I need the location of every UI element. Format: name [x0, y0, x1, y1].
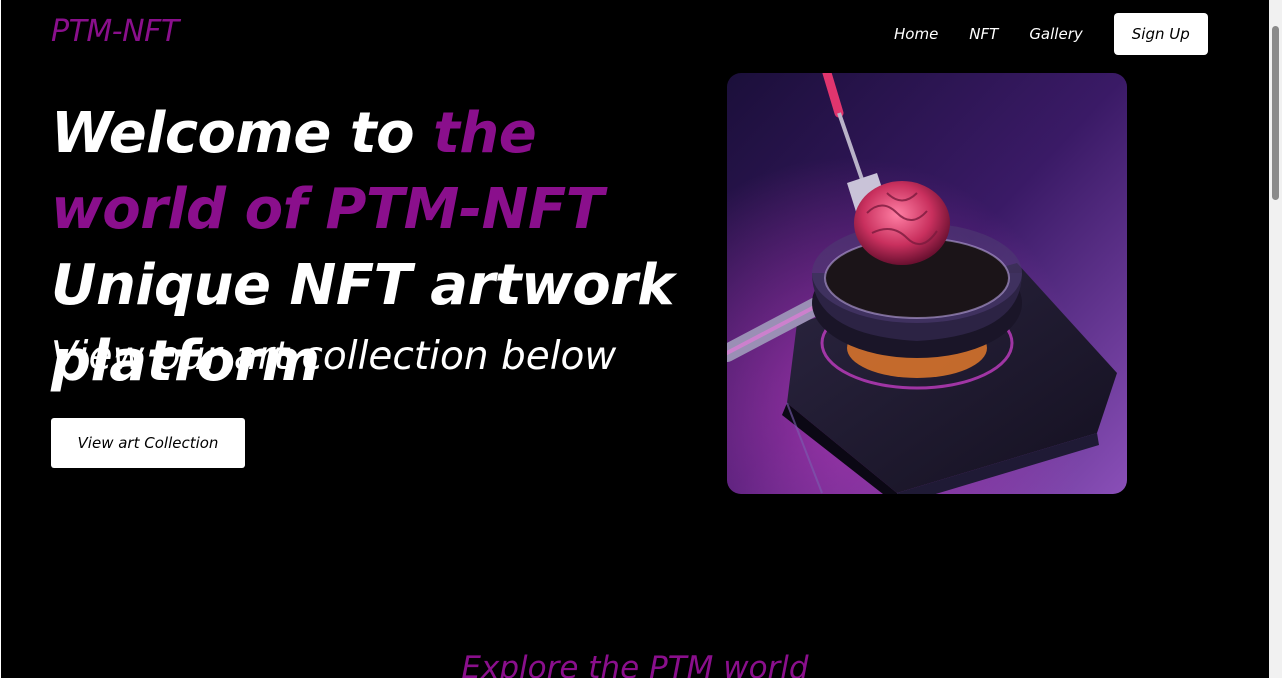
sign-up-button[interactable]: Sign Up [1113, 13, 1208, 55]
nav-nft-link[interactable]: NFT [969, 25, 998, 43]
view-art-collection-button[interactable]: View art Collection [51, 418, 245, 468]
main-nav: Home NFT Gallery Sign Up [894, 13, 1208, 55]
page: PTM-NFT Home NFT Gallery Sign Up Welcome… [1, 0, 1269, 678]
site-logo[interactable]: PTM-NFT [51, 14, 179, 49]
page-scrollbar[interactable] [1269, 0, 1282, 678]
hero-subtitle: View our art collection below [51, 334, 617, 379]
hero-artwork-image [727, 73, 1127, 494]
hero-title-part1: Welcome to [51, 101, 434, 166]
explore-section-title: Explore the PTM world [461, 650, 809, 678]
scrollbar-thumb[interactable] [1272, 26, 1279, 200]
nav-home-link[interactable]: Home [894, 25, 938, 43]
nav-gallery-link[interactable]: Gallery [1029, 25, 1082, 43]
